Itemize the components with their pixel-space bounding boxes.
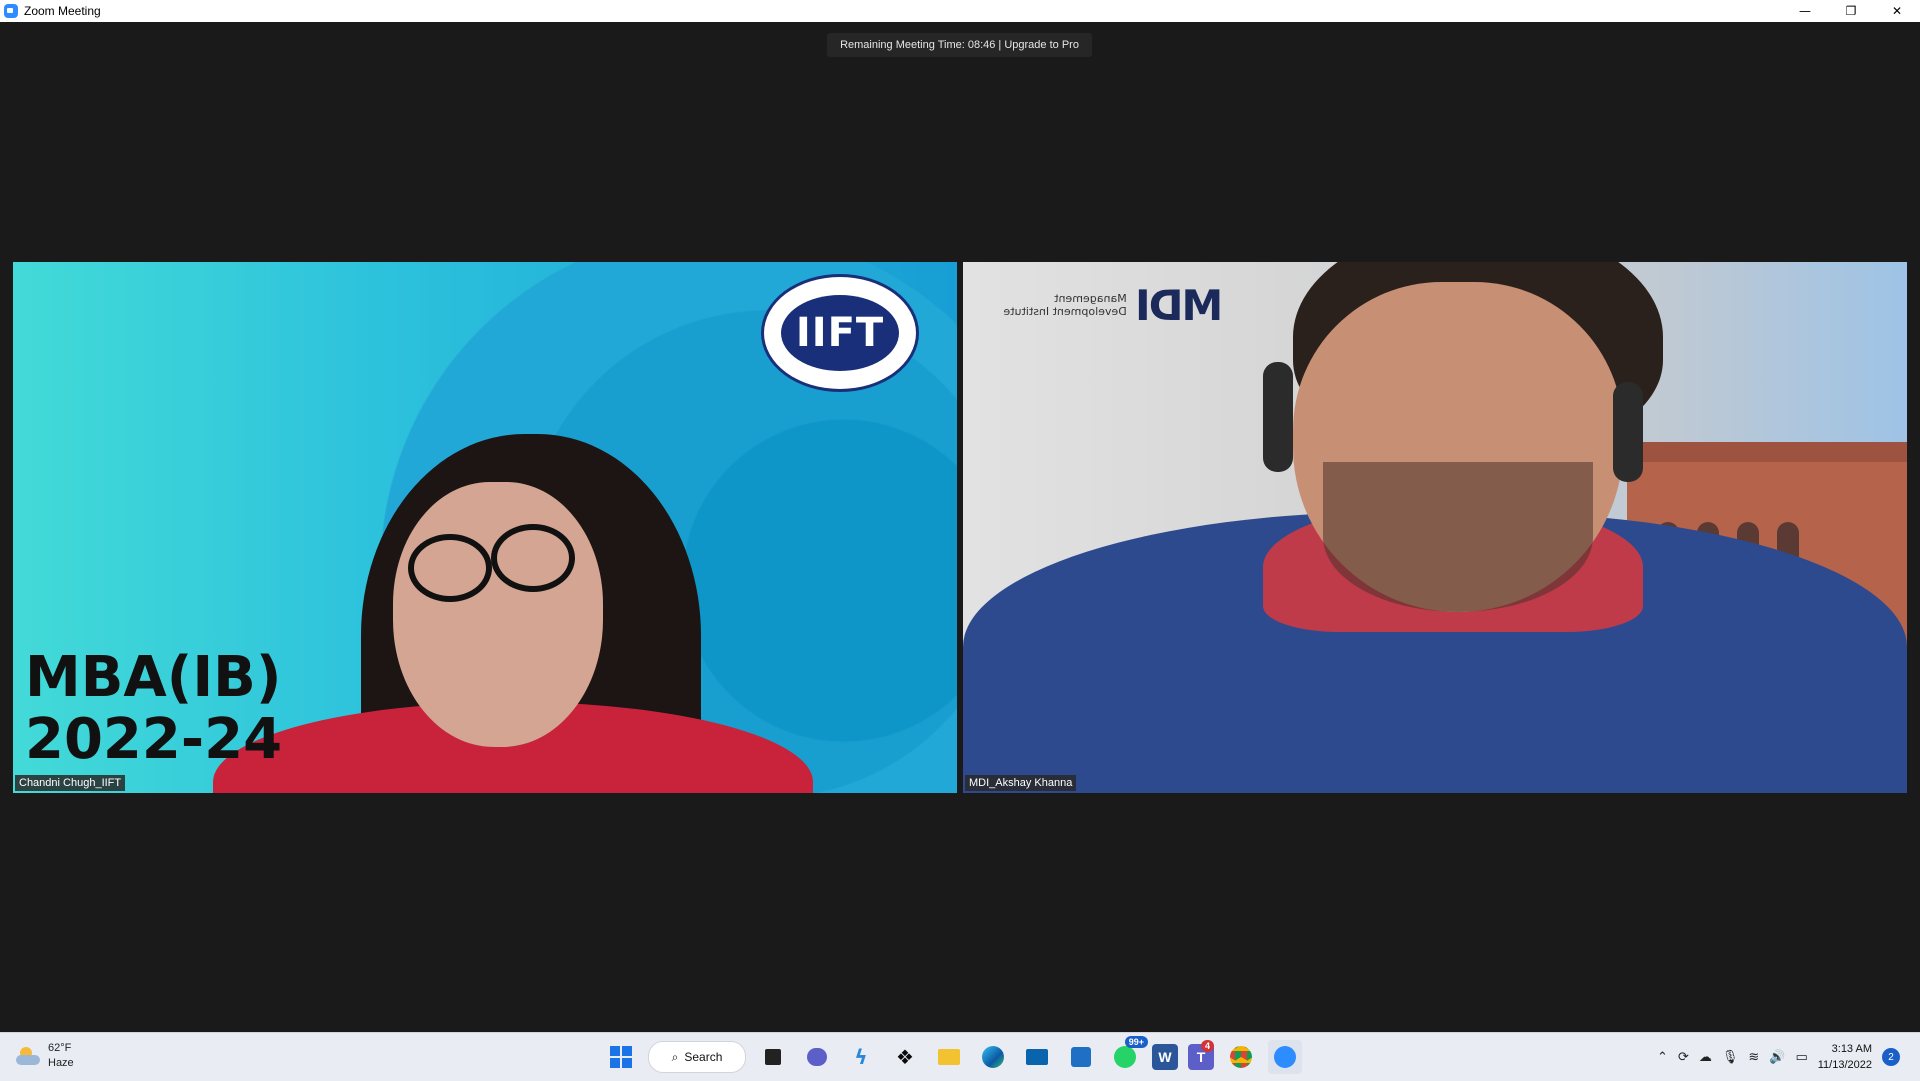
zoom-app-icon xyxy=(4,4,18,18)
mail-button[interactable] xyxy=(1020,1040,1054,1074)
teams-button[interactable]: T 4 xyxy=(1188,1040,1214,1070)
onedrive-icon[interactable]: ☁ xyxy=(1699,1050,1712,1065)
wifi-icon[interactable]: ≋ xyxy=(1748,1050,1759,1065)
bolt-icon: ϟ xyxy=(854,1045,868,1069)
glasses-left-lens xyxy=(408,534,492,602)
restore-button[interactable]: ❐ xyxy=(1828,0,1874,22)
clock-date: 11/13/2022 xyxy=(1817,1059,1872,1071)
mdi-logo-text: MDI xyxy=(1136,280,1223,330)
chat-button[interactable] xyxy=(800,1040,834,1074)
taskbar: 62°F Haze ⌕ Search ϟ ❖ 99+ W T 4 ⌃ ⟳ ☁ 🎙… xyxy=(0,1032,1920,1081)
iift-logo: IIFT xyxy=(761,274,919,392)
sync-icon[interactable]: ⟳ xyxy=(1678,1050,1689,1065)
search-icon: ⌕ xyxy=(671,1049,679,1064)
folder-icon xyxy=(938,1049,960,1065)
meeting-time-banner[interactable]: Remaining Meeting Time: 08:46 | Upgrade … xyxy=(827,33,1092,57)
zoom-icon xyxy=(1274,1046,1296,1068)
mail-icon xyxy=(1026,1049,1048,1065)
mdi-logo: Management Development Institute MDI xyxy=(983,280,1223,330)
notification-count[interactable]: 2 xyxy=(1882,1048,1900,1066)
window-title: Zoom Meeting xyxy=(24,4,101,18)
dropbox-button[interactable]: ❖ xyxy=(888,1040,922,1074)
battery-icon[interactable]: ▭ xyxy=(1795,1050,1807,1065)
task-view-button[interactable] xyxy=(756,1040,790,1074)
file-explorer-button[interactable] xyxy=(932,1040,966,1074)
chevron-up-icon[interactable]: ⌃ xyxy=(1657,1050,1668,1065)
task-view-icon xyxy=(765,1049,781,1065)
chat-badge-icon xyxy=(1114,1046,1136,1068)
system-tray: ⌃ ⟳ ☁ 🎙 ≋ 🔊 ▭ 3:13 AM 11/13/2022 2 xyxy=(1657,1041,1900,1073)
chrome-button[interactable] xyxy=(1224,1040,1258,1074)
clock[interactable]: 3:13 AM 11/13/2022 xyxy=(1818,1041,1872,1073)
mdi-logo-subtext: Management Development Institute xyxy=(1003,292,1127,318)
participant-face xyxy=(393,482,603,747)
virtual-background-text: MBA(IB) 2022-24 xyxy=(25,647,282,771)
taskbar-apps: ⌕ Search ϟ ❖ 99+ W T 4 xyxy=(604,1036,1302,1074)
notification-badge: 4 xyxy=(1200,1040,1214,1052)
clock-time: 3:13 AM xyxy=(1831,1043,1872,1055)
store-icon xyxy=(1071,1047,1091,1067)
participant-name-label: MDI_Akshay Khanna xyxy=(965,775,1077,791)
start-button[interactable] xyxy=(604,1040,638,1074)
title-bar: Zoom Meeting — ❐ ✕ xyxy=(0,0,1920,22)
minimize-button[interactable]: — xyxy=(1782,0,1828,22)
background-text-line1: MBA(IB) xyxy=(25,645,282,710)
volume-icon[interactable]: 🔊 xyxy=(1769,1050,1785,1065)
windows-icon xyxy=(610,1046,632,1068)
participant-name-label: Chandni Chugh_IIFT xyxy=(15,775,126,791)
video-tile-chandni[interactable]: IIFT MBA(IB) 2022-24 Chandni Chugh_IIFT xyxy=(13,262,957,793)
glasses-right-lens xyxy=(491,524,575,592)
background-text-line2: 2022-24 xyxy=(25,707,283,772)
edge-button[interactable] xyxy=(976,1040,1010,1074)
whatsapp-button[interactable]: 99+ xyxy=(1108,1036,1148,1074)
weather-temperature: 62°F xyxy=(48,1042,72,1054)
word-button[interactable]: W xyxy=(1152,1044,1178,1070)
chat-icon xyxy=(807,1048,827,1066)
video-tile-akshay[interactable]: Management Development Institute MDI MDI… xyxy=(963,262,1907,793)
search-label: Search xyxy=(684,1050,723,1064)
weather-haze-icon xyxy=(14,1045,40,1067)
headset-right-icon xyxy=(1613,382,1643,482)
window-controls: — ❐ ✕ xyxy=(1782,0,1920,22)
microphone-muted-icon[interactable]: 🎙 xyxy=(1722,1050,1739,1065)
headset-left-icon xyxy=(1263,362,1293,472)
notification-badge: 99+ xyxy=(1124,1036,1148,1048)
zoom-button[interactable] xyxy=(1268,1040,1302,1074)
close-button[interactable]: ✕ xyxy=(1874,0,1920,22)
iift-logo-text: IIFT xyxy=(781,295,899,371)
weather-widget[interactable]: 62°F Haze xyxy=(14,1041,74,1071)
weather-condition: Haze xyxy=(48,1057,74,1069)
dropbox-icon: ❖ xyxy=(896,1045,914,1069)
taskbar-search-button[interactable]: ⌕ Search xyxy=(648,1041,746,1073)
bolt-app-button[interactable]: ϟ xyxy=(844,1040,878,1074)
participant-beard xyxy=(1323,462,1593,612)
edge-icon xyxy=(982,1046,1004,1068)
word-icon: W xyxy=(1158,1049,1172,1065)
chrome-icon xyxy=(1230,1046,1252,1068)
store-button[interactable] xyxy=(1064,1040,1098,1074)
